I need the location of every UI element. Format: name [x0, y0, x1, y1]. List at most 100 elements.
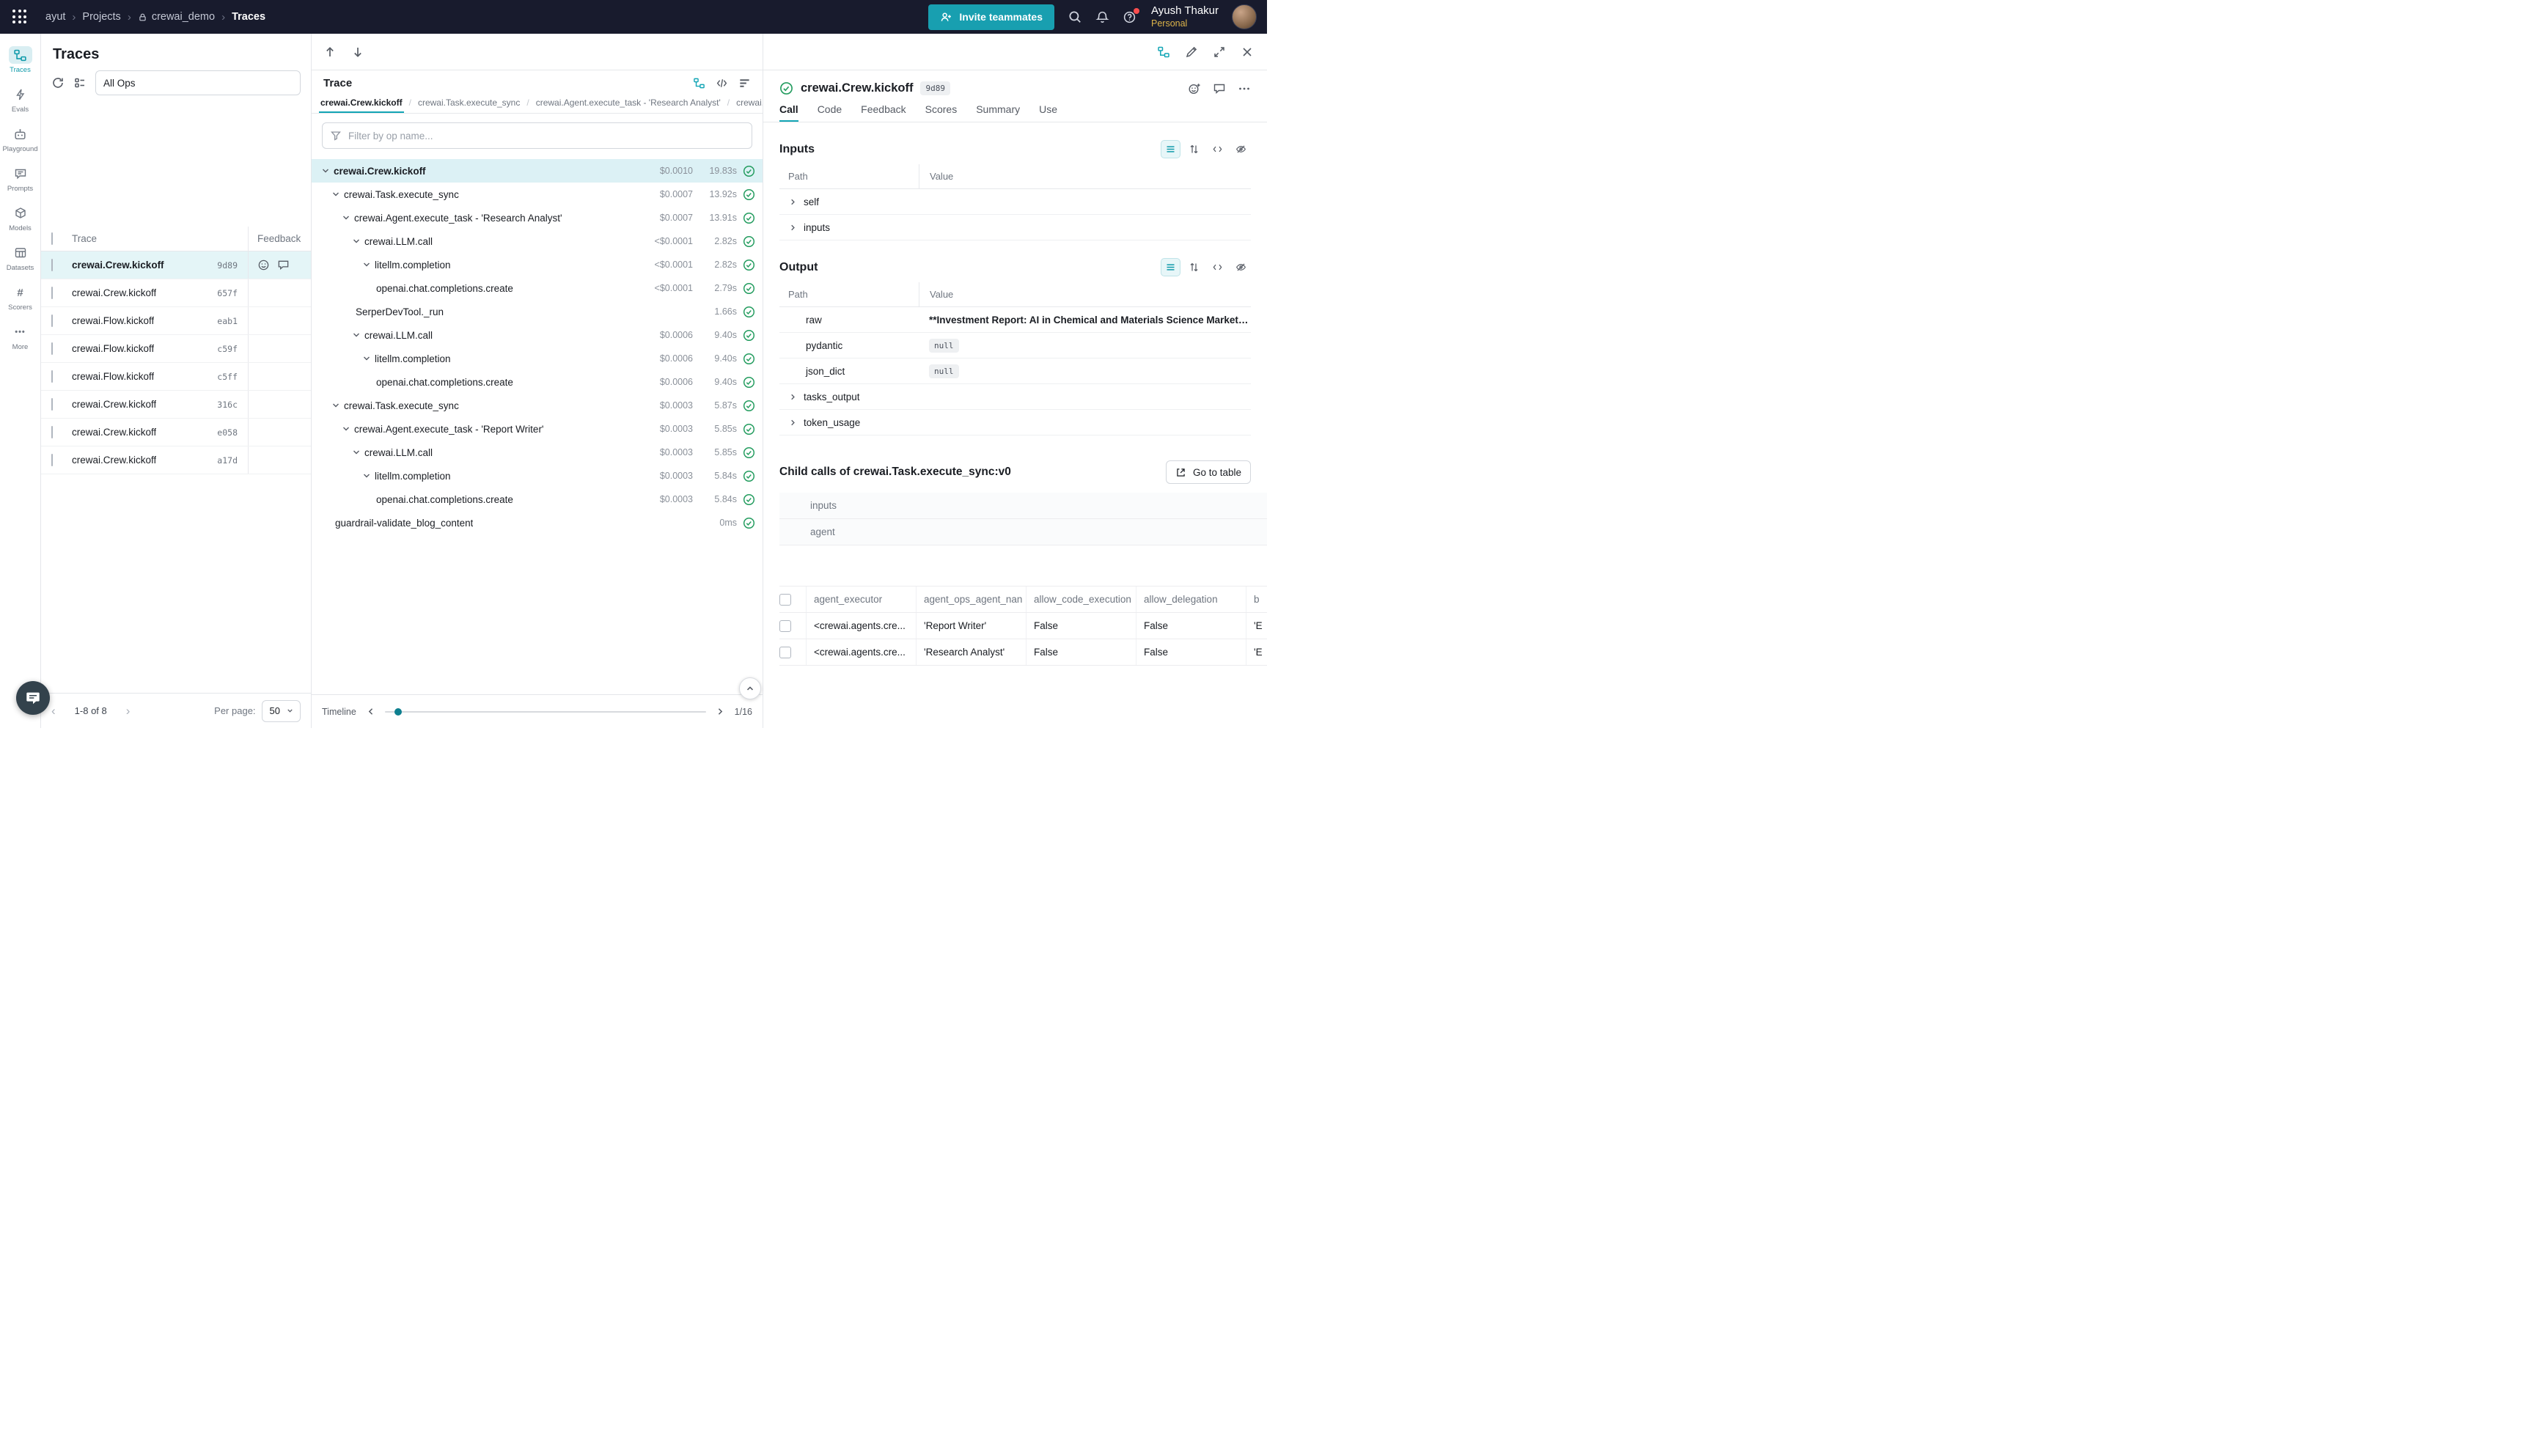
hide-values-eye-icon[interactable]: [1231, 258, 1251, 276]
overflow-menu-icon[interactable]: [1238, 82, 1251, 95]
hide-values-eye-icon[interactable]: [1231, 140, 1251, 158]
list-view-icon[interactable]: [1161, 258, 1180, 276]
next-page-icon[interactable]: ›: [126, 705, 131, 717]
code-view-icon[interactable]: [716, 77, 728, 89]
row-checkbox[interactable]: [51, 454, 53, 466]
row-checkbox[interactable]: [779, 620, 791, 632]
column-header[interactable]: agent_ops_agent_nan: [916, 587, 1026, 612]
tree-row[interactable]: crewai.LLM.call <$0.0001 2.82s: [312, 229, 763, 253]
sidebar-item-more[interactable]: ••• More: [0, 320, 40, 355]
chevron-right-icon[interactable]: [788, 418, 798, 427]
trace-row[interactable]: crewai.Crew.kickoff316c: [41, 391, 311, 419]
output-row-json-dict[interactable]: json_dict null: [779, 359, 1251, 384]
chevron-down-icon[interactable]: [351, 236, 361, 246]
tree-row[interactable]: crewai.LLM.call $0.0003 5.85s: [312, 441, 763, 464]
sidebar-item-scorers[interactable]: # Scorers: [0, 280, 40, 315]
row-checkbox[interactable]: [51, 342, 53, 355]
add-emoji-reaction-icon[interactable]: [1188, 82, 1201, 95]
breadcrumb-projects[interactable]: Projects: [79, 10, 123, 24]
trace-column-header[interactable]: Trace: [72, 233, 248, 244]
chevron-down-icon[interactable]: [341, 213, 351, 223]
avatar[interactable]: [1232, 4, 1257, 29]
wandb-logo[interactable]: [10, 7, 29, 26]
chevron-down-icon[interactable]: [331, 189, 341, 199]
user-menu[interactable]: Ayush Thakur Personal: [1151, 4, 1219, 29]
prev-call-arrow-up-icon[interactable]: [323, 45, 337, 59]
chevron-down-icon[interactable]: [361, 471, 372, 481]
breadcrumb-current[interactable]: Traces: [229, 10, 268, 24]
tree-row[interactable]: SerperDevTool._run 1.66s: [312, 300, 763, 323]
refresh-icon[interactable]: [51, 76, 65, 89]
sidebar-item-evals[interactable]: Evals: [0, 82, 40, 117]
scroll-to-top-button[interactable]: [739, 677, 761, 699]
tree-row[interactable]: openai.chat.completions.create $0.0003 5…: [312, 488, 763, 511]
select-all-checkbox[interactable]: [51, 232, 53, 245]
output-row-token-usage[interactable]: token_usage: [779, 410, 1251, 435]
row-checkbox[interactable]: [51, 315, 53, 327]
expand-all-icon[interactable]: [1184, 258, 1204, 276]
output-row-tasks-output[interactable]: tasks_output: [779, 384, 1251, 410]
chevron-down-icon[interactable]: [351, 447, 361, 457]
tab-code[interactable]: Code: [818, 103, 842, 122]
breadcrumb-project[interactable]: crewai_demo: [135, 10, 218, 24]
help-icon[interactable]: [1123, 10, 1136, 24]
column-header[interactable]: allow_code_execution: [1026, 587, 1136, 612]
chevron-down-icon[interactable]: [331, 400, 341, 411]
tab-call[interactable]: Call: [779, 103, 798, 122]
tab-scores[interactable]: Scores: [925, 103, 958, 122]
support-chat-button[interactable]: [16, 681, 50, 715]
per-page-select[interactable]: 50: [262, 700, 301, 722]
timeline-prev-icon[interactable]: [365, 706, 376, 717]
tree-row[interactable]: openai.chat.completions.create $0.0006 9…: [312, 370, 763, 394]
sidebar-item-datasets[interactable]: Datasets: [0, 240, 40, 276]
chevron-down-icon[interactable]: [341, 424, 351, 434]
tree-row[interactable]: litellm.completion $0.0006 9.40s: [312, 347, 763, 370]
tree-row[interactable]: crewai.Crew.kickoff $0.0010 19.83s: [312, 159, 763, 183]
code-json-icon[interactable]: [1208, 140, 1227, 158]
prev-page-icon[interactable]: ‹: [51, 705, 56, 717]
trace-row[interactable]: crewai.Crew.kickoff657f: [41, 279, 311, 307]
chevron-down-icon[interactable]: [351, 330, 361, 340]
tree-row[interactable]: crewai.Task.execute_sync $0.0003 5.87s: [312, 394, 763, 417]
tree-row[interactable]: crewai.LLM.call $0.0006 9.40s: [312, 323, 763, 347]
edit-pencil-icon[interactable]: [1185, 45, 1198, 59]
timeline-slider-handle[interactable]: [394, 708, 402, 716]
row-checkbox[interactable]: [51, 370, 53, 383]
tab-feedback[interactable]: Feedback: [861, 103, 906, 122]
column-header[interactable]: agent_executor: [806, 587, 916, 612]
invite-teammates-button[interactable]: Invite teammates: [928, 4, 1054, 30]
call-id-badge[interactable]: 9d89: [920, 81, 950, 95]
comment-feedback-icon[interactable]: [277, 259, 290, 271]
go-to-table-button[interactable]: Go to table: [1166, 460, 1251, 484]
trace-row[interactable]: crewai.Flow.kickoffc59f: [41, 335, 311, 363]
row-checkbox[interactable]: [51, 398, 53, 411]
trace-row[interactable]: crewai.Crew.kickoff9d89: [41, 251, 311, 279]
comment-icon[interactable]: [1213, 82, 1226, 95]
column-header[interactable]: b: [1246, 587, 1267, 612]
row-checkbox[interactable]: [779, 647, 791, 658]
input-row-inputs[interactable]: inputs: [779, 215, 1251, 240]
tab-use[interactable]: Use: [1039, 103, 1057, 122]
tree-row[interactable]: guardrail-validate_blog_content 0ms: [312, 511, 763, 534]
input-row-self[interactable]: self: [779, 189, 1251, 215]
path-tab[interactable]: crewai.Crew.kickoff: [319, 98, 404, 113]
chevron-down-icon[interactable]: [320, 166, 331, 176]
search-icon[interactable]: [1068, 10, 1082, 24]
path-tab[interactable]: crewai.LLM.cal: [722, 98, 763, 113]
emoji-feedback-icon[interactable]: [257, 259, 270, 271]
trace-row[interactable]: crewai.Flow.kickoffc5ff: [41, 363, 311, 391]
tree-row[interactable]: litellm.completion $0.0003 5.84s: [312, 464, 763, 488]
column-header[interactable]: allow_delegation: [1136, 587, 1246, 612]
sidebar-item-models[interactable]: Models: [0, 201, 40, 236]
breadcrumb-entity[interactable]: ayut: [43, 10, 68, 24]
trace-row[interactable]: crewai.Crew.kickoffe058: [41, 419, 311, 446]
close-icon[interactable]: [1241, 45, 1254, 59]
select-all-checkbox[interactable]: [779, 594, 791, 606]
child-call-row[interactable]: <crewai.agents.cre... 'Research Analyst'…: [779, 639, 1267, 666]
fullscreen-expand-icon[interactable]: [1213, 45, 1226, 59]
op-name-filter-input[interactable]: Filter by op name...: [322, 122, 752, 149]
chevron-down-icon[interactable]: [361, 353, 372, 364]
tree-row[interactable]: crewai.Agent.execute_task - 'Research An…: [312, 206, 763, 229]
sidebar-item-traces[interactable]: Traces: [0, 43, 40, 78]
display-settings-icon[interactable]: [73, 76, 87, 89]
